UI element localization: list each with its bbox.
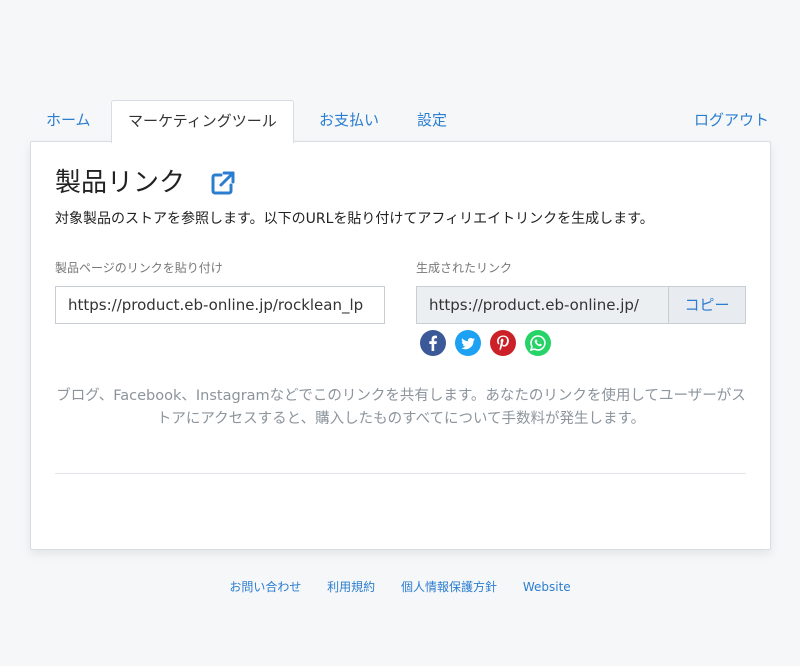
- generated-link-value[interactable]: https://product.eb-online.jp/: [417, 287, 668, 323]
- twitter-icon[interactable]: [455, 330, 481, 356]
- footer-link-contact[interactable]: お問い合わせ: [229, 580, 301, 594]
- footer-link-website[interactable]: Website: [523, 580, 571, 594]
- whatsapp-icon[interactable]: [525, 330, 551, 356]
- tab-marketing-tools[interactable]: マーケティングツール: [111, 100, 294, 143]
- external-link-icon[interactable]: [209, 169, 237, 197]
- product-link-card: 製品リンク 対象製品のストアを参照します。以下のURLを貼り付けてアフィリエイト…: [30, 141, 771, 550]
- copy-button[interactable]: コピー: [668, 287, 745, 323]
- logout-link[interactable]: ログアウト: [694, 100, 769, 140]
- footer-link-terms[interactable]: 利用規約: [327, 580, 375, 594]
- tab-payment[interactable]: お支払い: [319, 100, 379, 140]
- generated-link-label: 生成されたリンク: [416, 261, 513, 275]
- tab-home[interactable]: ホーム: [46, 100, 91, 140]
- pinterest-icon[interactable]: [490, 330, 516, 356]
- share-note: ブログ、Facebook、Instagramなどでこのリンクを共有します。あなた…: [56, 388, 746, 427]
- page-title: 製品リンク: [55, 168, 186, 198]
- facebook-icon[interactable]: [420, 330, 446, 356]
- generated-link-field: https://product.eb-online.jp/ コピー: [416, 286, 746, 324]
- product-link-input[interactable]: https://product.eb-online.jp/rocklean_lp: [55, 286, 385, 324]
- footer: お問い合わせ 利用規約 個人情報保護方針 Website: [0, 578, 800, 595]
- divider: [55, 473, 746, 474]
- tab-bar: ホーム マーケティングツール お支払い 設定 ログアウト: [30, 100, 771, 143]
- tab-settings[interactable]: 設定: [417, 100, 447, 140]
- page-description: 対象製品のストアを参照します。以下のURLを貼り付けてアフィリエイトリンクを生成…: [55, 211, 654, 227]
- footer-link-privacy[interactable]: 個人情報保護方針: [401, 580, 497, 594]
- product-link-label: 製品ページのリンクを貼り付け: [55, 261, 223, 275]
